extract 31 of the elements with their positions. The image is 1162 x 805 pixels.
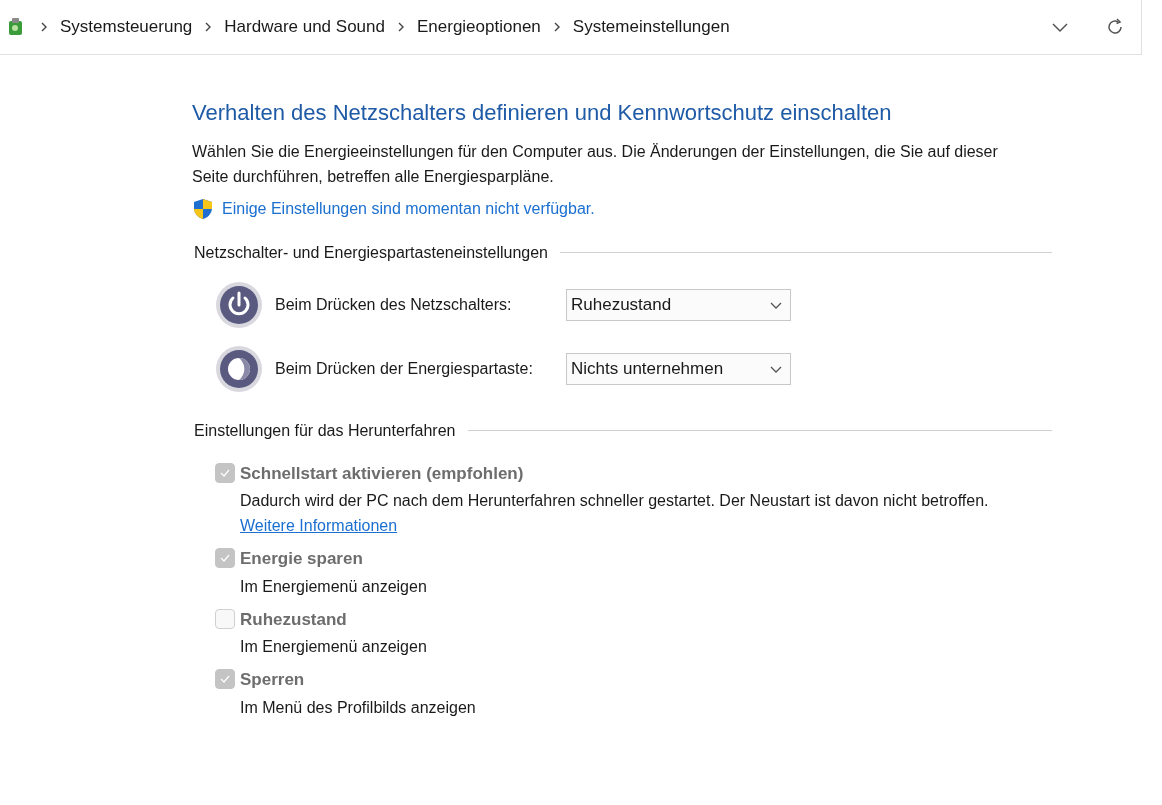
breadcrumb-link[interactable]: Hardware und Sound — [224, 14, 385, 40]
chevron-right-icon — [552, 22, 561, 32]
option-description: Dadurch wird der PC nach dem Herunterfahren schneller gestartet. Der Neustart ist davon nicht betroffen. Weitere Informationen — [240, 491, 990, 536]
dropdown[interactable]: Ruhezustand — [566, 288, 791, 321]
section-heading: Einstellungen für das Herunterfahren — [194, 420, 456, 441]
shield-icon — [192, 197, 214, 220]
breadcrumb-link[interactable]: Systemeinstellungen — [572, 14, 730, 40]
option-label: Ruhezustand — [240, 608, 348, 631]
dropdown[interactable]: Nichts unternehmen — [566, 352, 791, 385]
option-label: Energie sparen — [240, 548, 364, 570]
breadcrumb-link[interactable]: Systemsteuerung — [60, 14, 193, 40]
refresh-icon[interactable] — [1105, 17, 1125, 37]
section-heading: Netzschalter- und Energiespartasteneinstellungen — [194, 242, 548, 263]
admin-settings-link[interactable]: Einige Einstellungen sind momentan nicht verfügbar. — [222, 196, 595, 221]
power-button-icon — [215, 280, 263, 329]
check-icon — [219, 673, 231, 685]
intro-text: Wählen Sie die Energieeinstellungen für den Computer aus. Die Änderungen der Einstellungen, die Sie auf dieser Seite durchführen, betreffen alle Energiesparpläne. — [192, 141, 999, 187]
check-icon — [219, 552, 231, 564]
chevron-right-icon — [396, 22, 405, 32]
option-label: Sperren — [240, 669, 306, 691]
option-description: Im Energiemenü anzeigen — [240, 576, 427, 597]
breadcrumb-link[interactable]: Energieoptionen — [416, 14, 541, 40]
option-label: Schnellstart aktivieren (empfohlen) — [240, 462, 525, 485]
chevron-right-icon — [40, 22, 48, 32]
moon-button-icon — [215, 344, 263, 393]
option-description: Im Menü des Profilbilds anzeigen — [240, 697, 476, 718]
option-description: Im Energiemenü anzeigen — [240, 637, 427, 657]
setting-label: Beim Drücken der Energiespartaste: — [275, 358, 534, 379]
setting-label: Beim Drücken des Netzschalters: — [275, 294, 513, 315]
chevron-right-icon — [204, 22, 213, 32]
page-title: Verhalten des Netzschalters definieren und Kennwortschutz einschalten — [192, 99, 893, 127]
